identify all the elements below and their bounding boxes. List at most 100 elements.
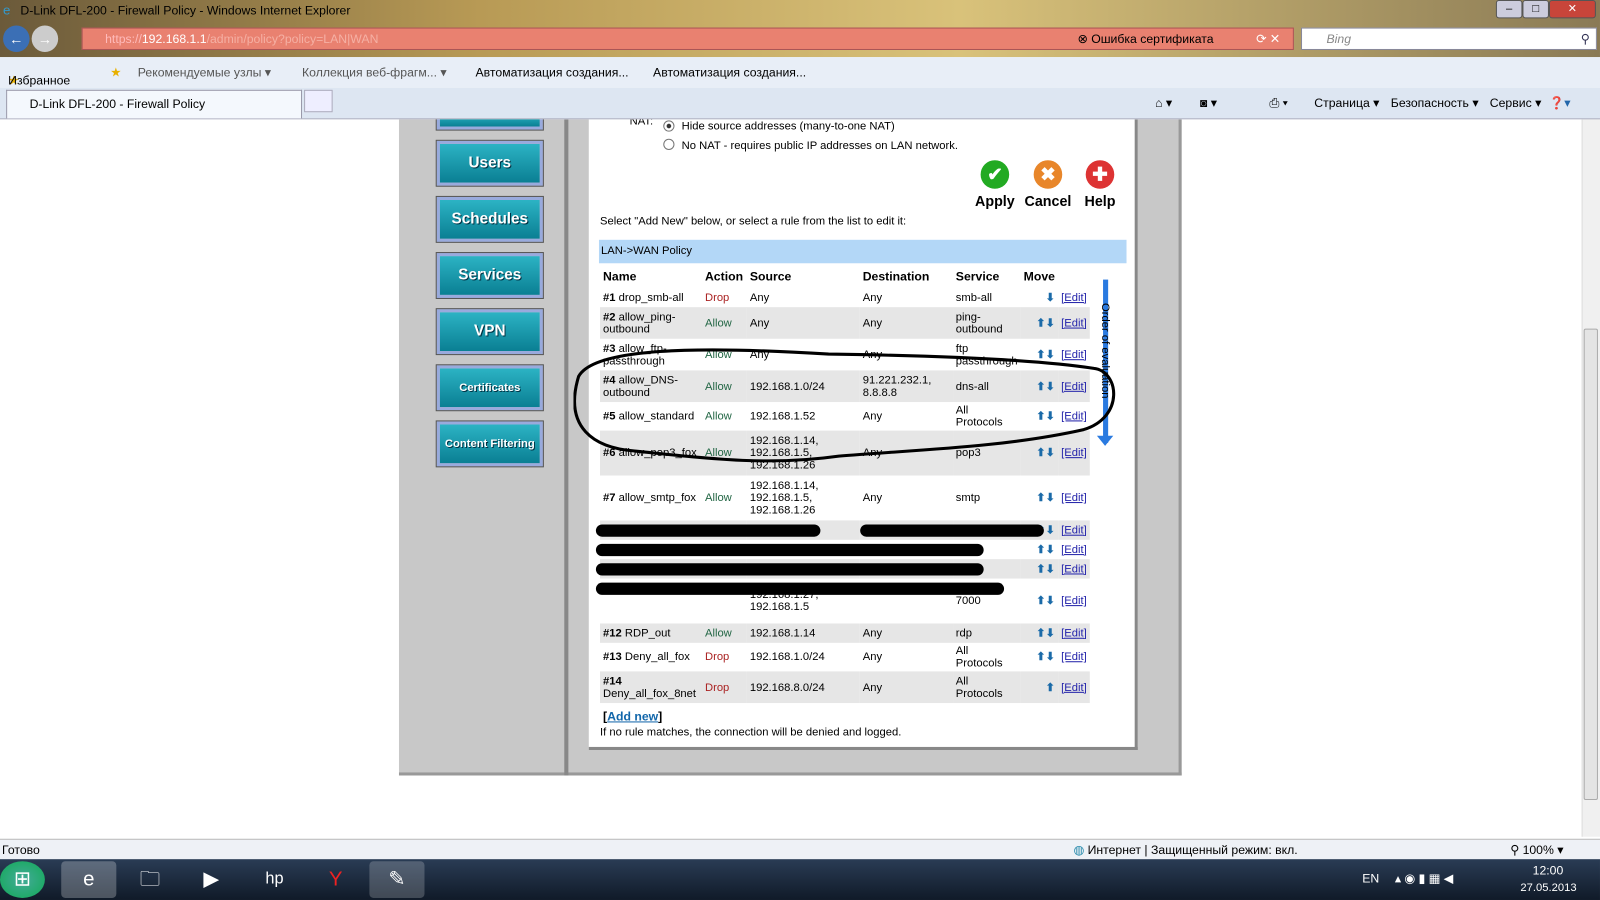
taskbar-media[interactable]: ▶ — [184, 861, 239, 898]
rule-move: ⬆⬇ — [1021, 579, 1058, 624]
edit-link[interactable]: [Edit] — [1061, 627, 1087, 639]
fav-item[interactable]: Автоматизация создания... — [653, 65, 806, 79]
address-bar[interactable]: https://192.168.1.1/admin/policy?policy=… — [81, 27, 1294, 50]
new-tab-button[interactable] — [304, 89, 333, 113]
zoom-level[interactable]: ⚲ 100% ▾ — [1510, 843, 1563, 857]
add-new-link[interactable]: [Add new] — [603, 709, 662, 723]
rule-name: #12 RDP_out — [599, 623, 702, 643]
edit-link[interactable]: [Edit] — [1061, 595, 1087, 607]
table-row[interactable]: #13 Deny_all_fox Drop 192.168.1.0/24 Any All… — [600, 643, 1090, 672]
apply-label: Apply — [975, 192, 1015, 210]
taskbar-hp[interactable]: hp — [247, 861, 302, 898]
cancel-button[interactable]: ✖ Cancel — [1022, 160, 1073, 209]
ie-icon: e — [3, 2, 11, 18]
edit-link[interactable]: [Edit] — [1061, 543, 1087, 555]
edit-link[interactable]: [Edit] — [1061, 563, 1087, 575]
start-button[interactable]: ⊞ — [0, 861, 45, 898]
help-icon[interactable]: ❓▾ — [1549, 96, 1570, 110]
search-input[interactable]: Bing ⚲ — [1301, 27, 1597, 50]
rule-service: All Protocols — [952, 671, 1021, 704]
home-icon[interactable]: ⌂ ▾ — [1155, 96, 1172, 110]
rule-edit: [Edit] — [1058, 520, 1090, 540]
nat-none-radio[interactable] — [663, 138, 675, 150]
taskbar-paint[interactable]: ✎ — [369, 861, 425, 898]
table-row[interactable]: #12 RDP_out Allow 192.168.1.14 Any rdp ⬆⬇ [Edi… — [599, 623, 1090, 643]
table-row[interactable]: ⬆⬇ [Edit] — [595, 540, 1090, 559]
nav-schedules[interactable]: Schedules — [435, 195, 544, 243]
rule-destination: Any — [860, 288, 953, 307]
move-arrows-icon[interactable]: ⬆⬇ — [1036, 627, 1055, 639]
table-row[interactable]: #14 Deny_all_fox_8net Drop 192.168.8.0/24 A… — [599, 671, 1090, 704]
fav-item[interactable]: Коллекция веб-фрагм... ▾ — [302, 65, 446, 79]
source-text: 192.168.1.14, 192.168.1.5, 192.168.1.26 — [749, 479, 819, 517]
move-arrows-icon[interactable]: ⬆ — [1046, 681, 1055, 693]
add-new-label[interactable]: Add new — [607, 709, 658, 723]
nav-certificates[interactable]: Certificates — [435, 364, 544, 412]
language-indicator[interactable]: EN — [1362, 871, 1379, 885]
taskbar-ie[interactable]: e — [61, 861, 117, 898]
move-arrows-icon[interactable]: ⬆⬇ — [1036, 595, 1055, 607]
nav-content-filtering[interactable]: Content Filtering — [435, 420, 544, 468]
table-row[interactable]: pop3⬆⬇[Edit] — [595, 559, 1090, 579]
apply-button[interactable]: ✔ Apply — [969, 160, 1020, 209]
edit-link[interactable]: [Edit] — [1061, 524, 1087, 536]
tab-firewall-policy[interactable]: D-Link DFL-200 - Firewall Policy — [6, 89, 303, 119]
rule-name — [595, 579, 1005, 624]
move-arrows-icon[interactable]: ⬆⬇ — [1036, 317, 1055, 329]
feeds-icon[interactable]: ◙ ▾ — [1200, 96, 1217, 110]
action-text: Allow — [704, 627, 732, 640]
edit-link[interactable]: [Edit] — [1061, 317, 1087, 329]
edit-link[interactable]: [Edit] — [1061, 291, 1087, 303]
nav-vpn[interactable]: VPN — [435, 308, 544, 356]
table-row[interactable]: #1 drop_smb-all Drop Any Any smb-all ⬇ [Edit] — [600, 288, 1090, 307]
forward-button[interactable]: → — [31, 25, 59, 53]
search-icon[interactable]: ⚲ — [1581, 29, 1590, 49]
tray-icons[interactable]: ▴ ◉ ▮ ▦ ◀ — [1395, 871, 1453, 885]
move-arrows-icon[interactable]: ⬇ — [1046, 291, 1055, 303]
cert-error[interactable]: ⊗ Ошибка сертификата — [1078, 29, 1214, 49]
safety-menu[interactable]: Безопасность ▾ — [1391, 96, 1479, 110]
print-icon[interactable]: ⎙ ▾ — [1269, 96, 1287, 111]
nav-button-hidden[interactable] — [435, 119, 544, 131]
close-button[interactable]: ✕ — [1548, 0, 1596, 19]
taskbar-yandex[interactable]: Y — [308, 861, 363, 898]
fav-item[interactable]: Автоматизация создания... — [476, 65, 629, 79]
edit-link[interactable]: [Edit] — [1061, 681, 1087, 693]
nav-users[interactable]: Users — [435, 139, 544, 187]
service-text: smb-all — [955, 291, 992, 304]
rule-number: #13 — [603, 651, 622, 664]
move-arrows-icon[interactable]: ⬆⬇ — [1036, 563, 1055, 575]
move-arrows-icon[interactable]: ⬆⬇ — [1036, 492, 1055, 504]
back-button[interactable]: ← — [3, 25, 30, 53]
add-favorite-icon[interactable]: ★ — [110, 65, 121, 79]
rule-edit: [Edit] — [1058, 476, 1090, 521]
help-button[interactable]: ✚ Help — [1074, 160, 1125, 209]
rule-destination: Any — [860, 643, 953, 672]
table-row[interactable]: #7 allow_smtp_fox Allow 192.168.1.14, 192.… — [600, 476, 1090, 521]
table-row[interactable]: allow_bankAllow⬆⬇[Edit] — [595, 520, 1090, 540]
plus-icon: ✚ — [1085, 160, 1115, 189]
rule-edit: [Edit] — [1058, 579, 1090, 624]
edit-link[interactable]: [Edit] — [1061, 651, 1087, 663]
nat-none-label: No NAT - requires public IP addresses on… — [681, 139, 959, 153]
nat-label: NAT: — [629, 119, 654, 128]
move-arrows-icon[interactable]: ⬆⬇ — [1036, 651, 1055, 663]
nav-services[interactable]: Services — [435, 252, 544, 299]
maximize-button[interactable]: □ — [1522, 0, 1549, 19]
title-bar: e D-Link DFL-200 - Firewall Policy - Win… — [0, 0, 1600, 58]
edit-link[interactable]: [Edit] — [1061, 492, 1087, 504]
tools-menu[interactable]: Сервис ▾ — [1490, 96, 1541, 110]
scrollbar-thumb[interactable] — [1583, 328, 1598, 800]
nat-hide-radio[interactable] — [663, 120, 675, 132]
fav-item[interactable]: Рекомендуемые узлы ▾ — [138, 65, 271, 79]
move-arrows-icon[interactable]: ⬆⬇ — [1036, 543, 1055, 555]
rule-action: Allow — [701, 623, 747, 643]
page-menu[interactable]: Страница ▾ — [1314, 96, 1379, 110]
refresh-icon[interactable]: ⟳ ✕ — [1256, 29, 1280, 49]
rule-number: #1 — [603, 291, 616, 304]
table-row[interactable]: 192.168.1.27, 192.168.1.57000⬆⬇[Edit] — [595, 579, 1090, 624]
taskbar-explorer[interactable]: 🗀 — [122, 861, 177, 898]
rule-destination: Any — [859, 307, 953, 339]
table-row[interactable]: #2 allow_ping-outbound Allow Any Any ping-ou… — [599, 307, 1090, 339]
minimize-button[interactable]: – — [1495, 0, 1523, 19]
